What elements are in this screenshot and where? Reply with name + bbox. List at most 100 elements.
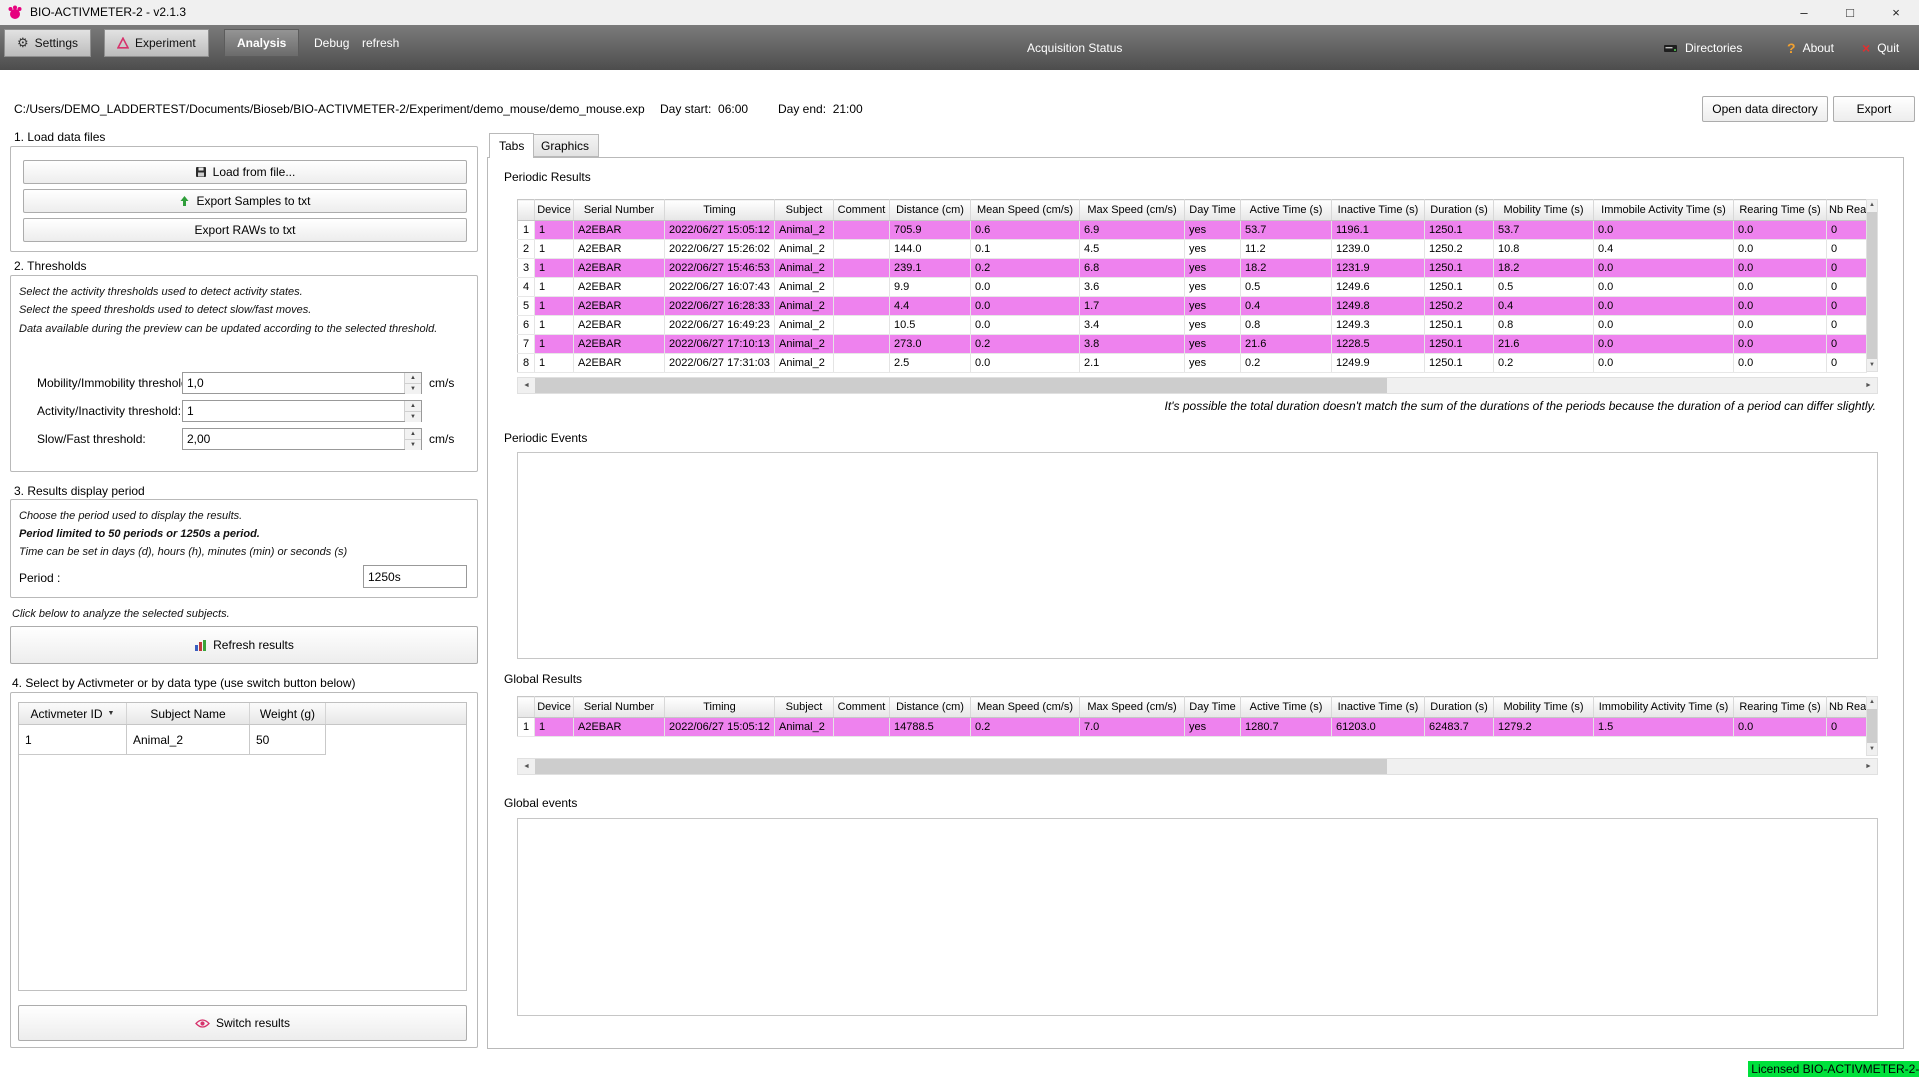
slowfast-threshold-spinbox[interactable]: ▲ ▼ [182,428,422,450]
cell[interactable]: 2022/06/27 17:31:03 [665,354,775,373]
cell[interactable]: 1 [535,259,574,278]
column-header[interactable]: Mean Speed (cm/s) [971,200,1080,221]
column-header[interactable] [518,200,535,221]
tab-graphics[interactable]: Graphics [531,134,599,157]
table-row[interactable]: 71A2EBAR2022/06/27 17:10:13Animal_2273.0… [518,335,1867,354]
column-header[interactable]: Timing [665,200,775,221]
load-from-file-button[interactable]: Load from file... [23,160,467,184]
spin-down-icon[interactable]: ▼ [405,411,421,422]
cell[interactable]: 2022/06/27 16:28:33 [665,297,775,316]
period-input[interactable] [364,566,466,587]
table-row[interactable]: 51A2EBAR2022/06/27 16:28:33Animal_24.40.… [518,297,1867,316]
column-header[interactable]: Nb Rea [1827,200,1867,221]
cell[interactable]: 0 [1827,240,1867,259]
cell[interactable] [834,718,890,737]
tab-analysis[interactable]: Analysis [224,29,299,57]
table-row[interactable]: 81A2EBAR2022/06/27 17:31:03Animal_22.50.… [518,354,1867,373]
cell[interactable]: 62483.7 [1425,718,1494,737]
column-header[interactable]: Subject [775,697,834,718]
cell[interactable]: A2EBAR [574,297,665,316]
cell[interactable]: Animal_2 [775,278,834,297]
cell-subject-name[interactable]: Animal_2 [127,725,250,755]
cell[interactable]: A2EBAR [574,259,665,278]
cell[interactable]: 7.0 [1080,718,1185,737]
cell[interactable]: 1 [535,278,574,297]
cell[interactable]: yes [1185,335,1241,354]
cell[interactable]: 0.1 [971,240,1080,259]
cell[interactable]: 1 [535,297,574,316]
cell[interactable]: 273.0 [890,335,971,354]
column-header-activmeter-id[interactable]: Activmeter ID ▼ [19,703,127,724]
spinner-buttons[interactable]: ▲ ▼ [404,373,421,393]
close-button[interactable]: × [1873,0,1919,25]
quit-button[interactable]: × Quit [1862,25,1899,70]
spin-up-icon[interactable]: ▲ [405,429,421,439]
column-header[interactable]: Comment [834,200,890,221]
table-row[interactable]: 11A2EBAR2022/06/27 15:05:12Animal_2705.9… [518,221,1867,240]
column-header-weight[interactable]: Weight (g) [250,703,326,724]
cell[interactable] [834,335,890,354]
cell[interactable]: 0.2 [971,718,1080,737]
spinner-buttons[interactable]: ▲ ▼ [404,429,421,449]
column-header[interactable]: Rearing Time (s) [1734,200,1827,221]
cell[interactable]: 144.0 [890,240,971,259]
mobility-threshold-input[interactable] [187,374,395,392]
table-row[interactable]: 31A2EBAR2022/06/27 15:46:53Animal_2239.1… [518,259,1867,278]
about-button[interactable]: ? About [1787,25,1834,70]
directories-button[interactable]: Directories [1663,25,1742,70]
cell[interactable]: 0 [1827,259,1867,278]
column-header[interactable]: Serial Number [574,200,665,221]
cell[interactable]: 1239.0 [1332,240,1425,259]
cell[interactable]: 1249.8 [1332,297,1425,316]
cell[interactable]: 0.0 [1594,221,1734,240]
filter-dropdown-icon[interactable]: ▼ [108,710,115,717]
row-number[interactable]: 7 [518,335,535,354]
cell[interactable]: 239.1 [890,259,971,278]
cell[interactable]: 0.0 [1734,297,1827,316]
cell[interactable]: 0.0 [971,278,1080,297]
cell[interactable]: A2EBAR [574,316,665,335]
scrollbar-thumb[interactable] [1867,709,1877,743]
cell[interactable]: yes [1185,297,1241,316]
cell[interactable]: 11.2 [1241,240,1332,259]
column-header[interactable]: Inactive Time (s) [1332,200,1425,221]
row-number[interactable]: 3 [518,259,535,278]
cell[interactable]: 705.9 [890,221,971,240]
tab-experiment[interactable]: Experiment [104,29,209,57]
scrollbar-thumb[interactable] [1867,212,1877,359]
column-header[interactable]: Device [535,697,574,718]
open-data-directory-button[interactable]: Open data directory [1702,96,1828,122]
cell[interactable]: 0.0 [1734,718,1827,737]
cell[interactable] [834,354,890,373]
row-number[interactable]: 1 [518,718,535,737]
column-header[interactable]: Comment [834,697,890,718]
cell[interactable]: Animal_2 [775,354,834,373]
cell[interactable]: 0 [1827,278,1867,297]
cell[interactable]: 0.0 [1734,221,1827,240]
row-number[interactable]: 8 [518,354,535,373]
cell[interactable]: 0.0 [1734,316,1827,335]
cell[interactable]: 0 [1827,718,1867,737]
cell[interactable]: yes [1185,259,1241,278]
cell[interactable]: 14788.5 [890,718,971,737]
cell[interactable]: 1280.7 [1241,718,1332,737]
cell[interactable]: 0.6 [971,221,1080,240]
cell[interactable]: 1 [535,316,574,335]
cell[interactable]: 1250.2 [1425,297,1494,316]
cell[interactable]: 21.6 [1241,335,1332,354]
cell[interactable] [834,221,890,240]
row-number[interactable]: 5 [518,297,535,316]
table-row[interactable]: 1 Animal_2 50 [19,725,466,755]
switch-results-button[interactable]: Switch results [18,1005,467,1041]
row-number[interactable]: 6 [518,316,535,335]
cell-activmeter-id[interactable]: 1 [19,725,127,755]
cell[interactable]: yes [1185,718,1241,737]
cell[interactable]: yes [1185,354,1241,373]
cell[interactable]: A2EBAR [574,718,665,737]
cell[interactable]: 1250.1 [1425,259,1494,278]
column-header[interactable] [518,697,535,718]
cell[interactable]: A2EBAR [574,278,665,297]
cell[interactable]: 10.5 [890,316,971,335]
cell[interactable]: 0.0 [1734,259,1827,278]
cell[interactable]: 1.7 [1080,297,1185,316]
